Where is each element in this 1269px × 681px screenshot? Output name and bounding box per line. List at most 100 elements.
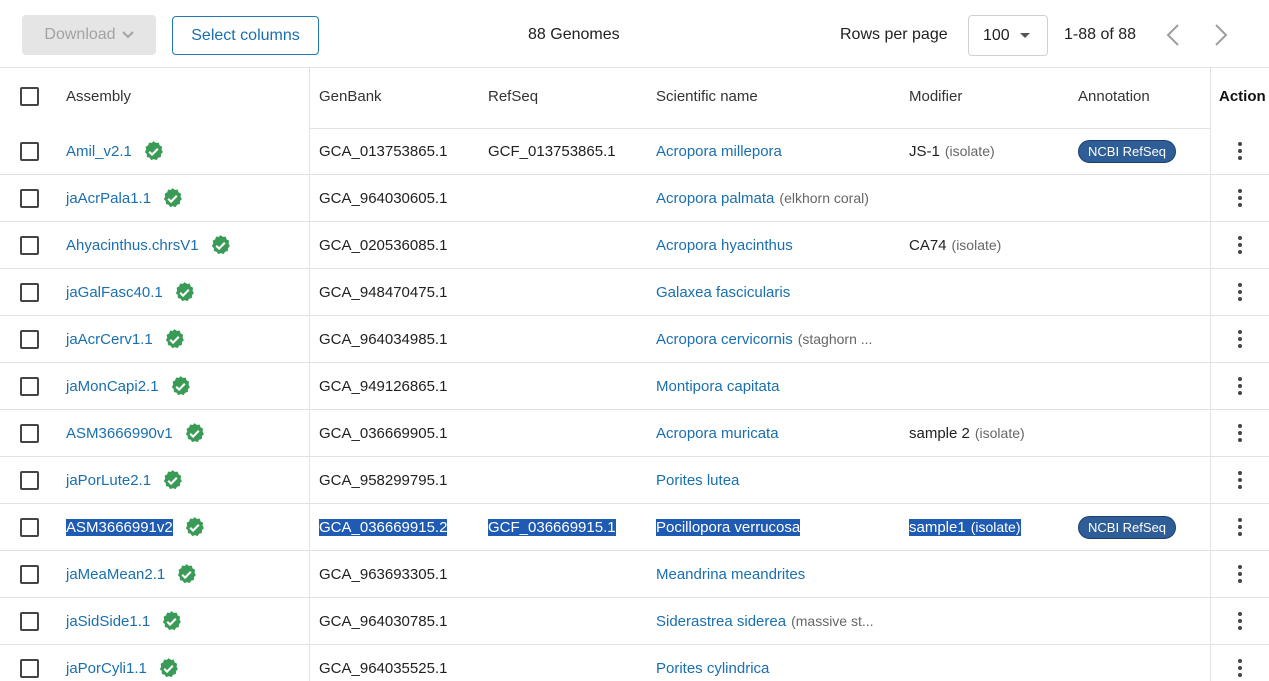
assembly-cell: ASM3666990v1 bbox=[66, 410, 206, 456]
row-checkbox[interactable] bbox=[20, 565, 39, 584]
column-header-annotation[interactable]: Annotation bbox=[1078, 88, 1150, 105]
row-actions-menu-icon[interactable] bbox=[1233, 222, 1247, 268]
scientific-name-link[interactable]: Pocillopora verrucosa bbox=[656, 518, 801, 536]
genbank-cell: GCA_958299795.1 bbox=[319, 457, 447, 503]
refseq-cell: GCF_013753865.1 bbox=[488, 128, 616, 174]
genbank-accession: GCA_964035525.1 bbox=[319, 659, 448, 677]
assembly-link[interactable]: jaGalFasc40.1 bbox=[66, 284, 163, 301]
rows-per-page-select[interactable]: 100 bbox=[968, 15, 1048, 56]
genbank-cell: GCA_013753865.1 bbox=[319, 128, 447, 174]
scientific-name-link[interactable]: Porites lutea bbox=[656, 472, 739, 489]
table-row: ASM3666991v2 GCA_036669915.2 GCF_036669915… bbox=[0, 504, 1269, 551]
row-checkbox[interactable] bbox=[20, 659, 39, 678]
action-column-divider bbox=[1210, 67, 1211, 681]
row-actions-menu-icon[interactable] bbox=[1233, 269, 1247, 315]
genome-count: 88 Genomes bbox=[528, 26, 620, 43]
row-actions-menu-icon[interactable] bbox=[1233, 598, 1247, 644]
table-row: jaAcrPala1.1 GCA_964030605.1 Acropora palm… bbox=[0, 175, 1269, 222]
genbank-cell: GCA_036669905.1 bbox=[319, 410, 447, 456]
assembly-link[interactable]: jaPorCyli1.1 bbox=[66, 660, 147, 677]
row-checkbox[interactable] bbox=[20, 283, 39, 302]
row-actions-menu-icon[interactable] bbox=[1233, 363, 1247, 409]
scientific-name-cell: Pocillopora verrucosa bbox=[656, 504, 801, 550]
genbank-accession: GCA_036669905.1 bbox=[319, 424, 448, 442]
scientific-name-link[interactable]: Acropora cervicornis bbox=[656, 331, 793, 348]
table-row: jaPorLute2.1 GCA_958299795.1 Porites lutea bbox=[0, 457, 1269, 504]
verified-check-icon bbox=[142, 140, 165, 163]
assembly-link[interactable]: jaAcrPala1.1 bbox=[66, 190, 151, 207]
modifier-cell: sample1 (isolate) bbox=[909, 504, 1021, 550]
assembly-link[interactable]: jaPorLute2.1 bbox=[66, 472, 151, 489]
row-checkbox[interactable] bbox=[20, 377, 39, 396]
assembly-link[interactable]: ASM3666991v2 bbox=[66, 518, 173, 536]
scientific-name-cell: Porites lutea bbox=[656, 457, 739, 503]
scientific-name-link[interactable]: Acropora palmata bbox=[656, 190, 774, 207]
row-actions-menu-icon[interactable] bbox=[1233, 316, 1247, 362]
row-checkbox[interactable] bbox=[20, 612, 39, 631]
verified-check-icon bbox=[157, 657, 180, 680]
row-actions-menu-icon[interactable] bbox=[1233, 551, 1247, 597]
next-page-button[interactable] bbox=[1210, 22, 1232, 48]
row-actions-menu-icon[interactable] bbox=[1233, 457, 1247, 503]
assembly-link[interactable]: jaAcrCerv1.1 bbox=[66, 331, 153, 348]
verified-check-icon bbox=[183, 516, 206, 539]
column-header-assembly[interactable]: Assembly bbox=[66, 88, 131, 105]
genbank-cell: GCA_963693305.1 bbox=[319, 551, 447, 597]
scientific-name-link[interactable]: Acropora hyacinthus bbox=[656, 237, 793, 254]
row-checkbox[interactable] bbox=[20, 424, 39, 443]
assembly-cell: ASM3666991v2 bbox=[66, 504, 206, 550]
select-all-checkbox[interactable] bbox=[20, 87, 39, 106]
modifier-cell: JS-1 (isolate) bbox=[909, 128, 995, 174]
annotation-badge: NCBI RefSeq bbox=[1078, 139, 1177, 163]
row-checkbox[interactable] bbox=[20, 189, 39, 208]
rows-per-page-value: 100 bbox=[983, 26, 1010, 44]
column-header-modifier[interactable]: Modifier bbox=[909, 88, 962, 105]
genbank-accession: GCA_964034985.1 bbox=[319, 330, 448, 348]
genbank-cell: GCA_949126865.1 bbox=[319, 363, 447, 409]
assembly-link[interactable]: jaSidSide1.1 bbox=[66, 613, 150, 630]
download-button[interactable]: Download bbox=[22, 15, 156, 55]
column-header-scientific-name[interactable]: Scientific name bbox=[656, 88, 758, 105]
row-actions-menu-icon[interactable] bbox=[1233, 175, 1247, 221]
row-checkbox[interactable] bbox=[20, 518, 39, 537]
row-actions-menu-icon[interactable] bbox=[1233, 128, 1247, 174]
row-actions-menu-icon[interactable] bbox=[1233, 504, 1247, 550]
genbank-accession: GCA_964030785.1 bbox=[319, 612, 448, 630]
verified-check-icon bbox=[173, 281, 196, 304]
annotation-badge: NCBI RefSeq bbox=[1078, 515, 1177, 539]
row-actions-menu-icon[interactable] bbox=[1233, 410, 1247, 456]
verified-check-icon bbox=[175, 563, 198, 586]
row-checkbox[interactable] bbox=[20, 471, 39, 490]
scientific-name-link[interactable]: Acropora millepora bbox=[656, 143, 782, 160]
row-checkbox[interactable] bbox=[20, 142, 39, 161]
select-columns-button[interactable]: Select columns bbox=[172, 16, 319, 55]
assembly-link[interactable]: Amil_v2.1 bbox=[66, 143, 132, 160]
verified-check-icon bbox=[169, 375, 192, 398]
scientific-name-link[interactable]: Porites cylindrica bbox=[656, 660, 769, 677]
assembly-link[interactable]: jaMeaMean2.1 bbox=[66, 566, 165, 583]
verified-check-icon bbox=[160, 610, 183, 633]
scientific-name-cell: Acropora hyacinthus bbox=[656, 222, 793, 268]
assembly-link[interactable]: jaMonCapi2.1 bbox=[66, 378, 159, 395]
row-actions-menu-icon[interactable] bbox=[1233, 645, 1247, 681]
table-row: jaMonCapi2.1 GCA_949126865.1 Montipora cap… bbox=[0, 363, 1269, 410]
row-checkbox[interactable] bbox=[20, 330, 39, 349]
scientific-name-cell: Siderastrea siderea (massive st... bbox=[656, 598, 874, 644]
modifier-type: (isolate) bbox=[974, 425, 1025, 441]
genbank-accession: GCA_013753865.1 bbox=[319, 142, 448, 160]
scientific-name-link[interactable]: Meandrina meandrites bbox=[656, 566, 805, 583]
column-header-refseq[interactable]: RefSeq bbox=[488, 88, 538, 105]
genbank-cell: GCA_964035525.1 bbox=[319, 645, 447, 681]
genbank-cell: GCA_020536085.1 bbox=[319, 222, 447, 268]
scientific-name-link[interactable]: Siderastrea siderea bbox=[656, 613, 786, 630]
previous-page-button[interactable] bbox=[1162, 22, 1184, 48]
column-header-genbank[interactable]: GenBank bbox=[319, 88, 382, 105]
scientific-name-link[interactable]: Acropora muricata bbox=[656, 425, 779, 442]
verified-check-icon bbox=[161, 469, 184, 492]
row-checkbox[interactable] bbox=[20, 236, 39, 255]
assembly-link[interactable]: Ahyacinthus.chrsV1 bbox=[66, 237, 199, 254]
common-name: (staghorn ... bbox=[797, 331, 873, 347]
assembly-link[interactable]: ASM3666990v1 bbox=[66, 425, 173, 442]
scientific-name-link[interactable]: Montipora capitata bbox=[656, 378, 779, 395]
scientific-name-link[interactable]: Galaxea fascicularis bbox=[656, 284, 790, 301]
